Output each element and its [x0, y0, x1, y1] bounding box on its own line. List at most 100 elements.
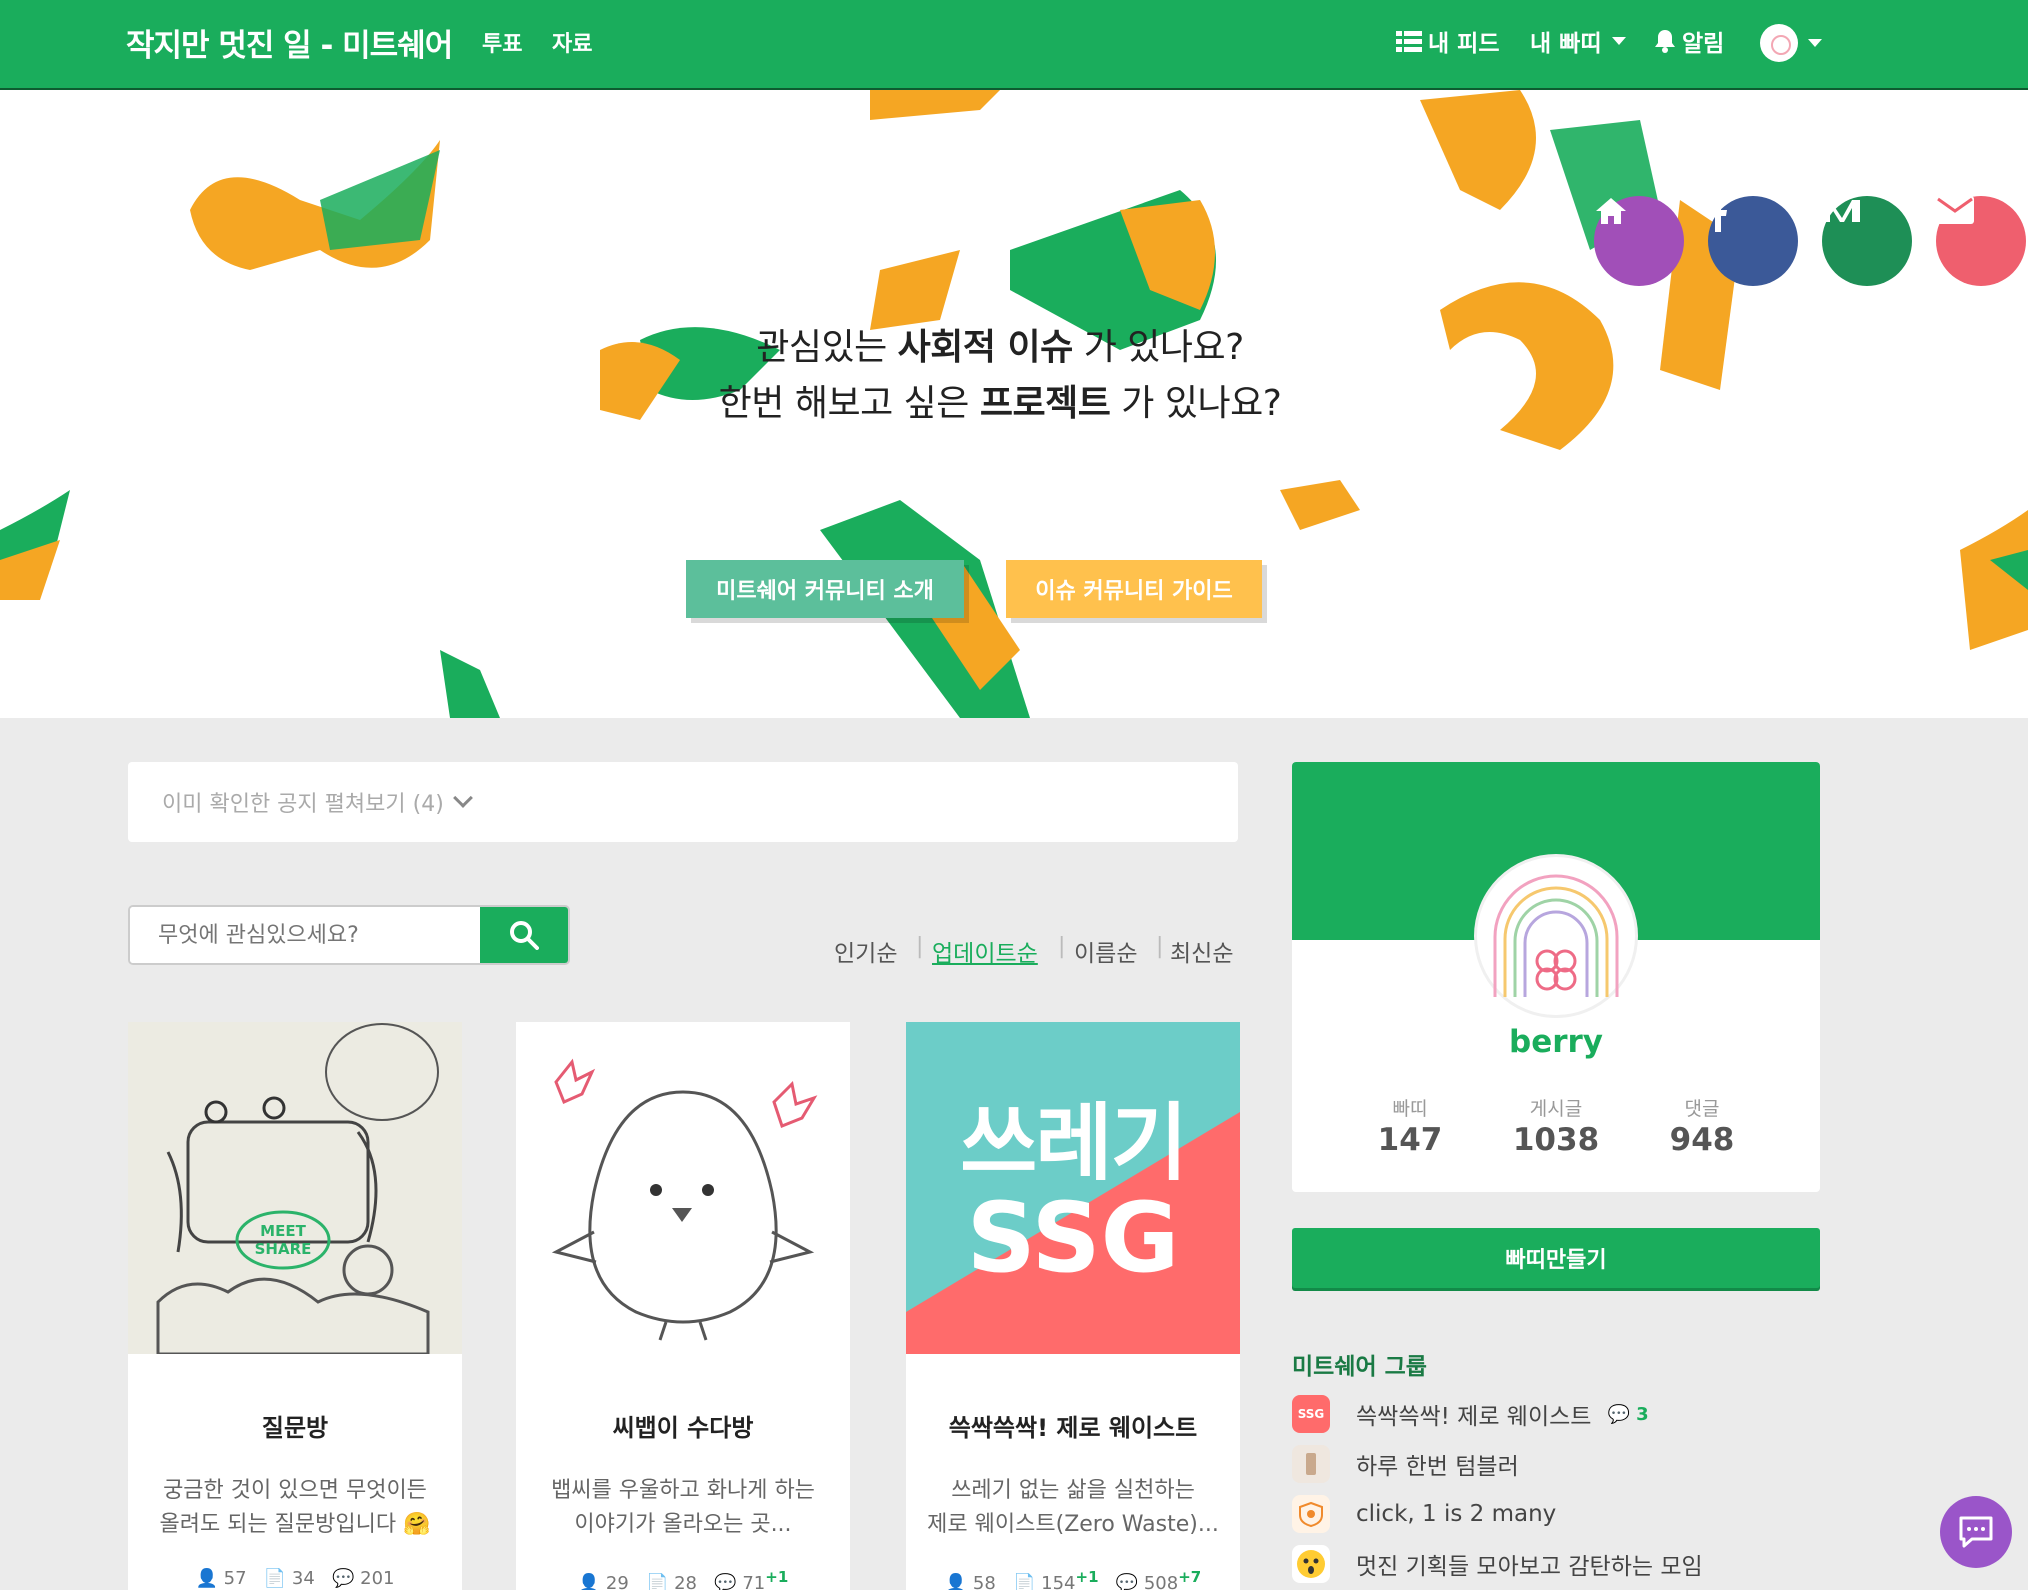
my-feed-link[interactable]: 내 피드 [1396, 24, 1500, 58]
facebook-icon [1709, 196, 1727, 232]
create-bbati-button[interactable]: 빠띠만들기 [1292, 1228, 1820, 1288]
hero-line-2-a: 한번 해보고 싶은 [718, 383, 980, 424]
members-icon: 👤 [577, 1573, 601, 1590]
alerts-link[interactable]: 알림 [1654, 24, 1724, 58]
community-guide-button[interactable]: 이슈 커뮤니티 가이드 [1006, 560, 1262, 618]
comments-icon: 💬 [331, 1568, 355, 1589]
posts-icon: 📄 [263, 1568, 287, 1589]
stat-value-posts[interactable]: 1038 [1486, 1122, 1626, 1158]
group-section-title: 미트쉐어 그룹 [1292, 1354, 1427, 1380]
hero-line-2-bold: 프로젝트 [979, 383, 1111, 424]
group-comment-badge: 💬 3 [1607, 1404, 1648, 1425]
group-card[interactable]: 씨뱁이 수다방 뱁씨를 우울하고 화나게 하는 이야기가 올라오는 곳... 👤… [516, 1022, 850, 1590]
card-desc-line2: 제로 웨이스트(Zero Waste)... [927, 1512, 1219, 1537]
chat-button[interactable] [1940, 1496, 2012, 1568]
posts-new: +1 [1075, 1568, 1099, 1586]
sketch-illustration [156, 1023, 439, 1354]
mail-icon [1936, 196, 1974, 224]
hero-line-1: 관심있는 사회적 이슈 가 있나요? [560, 318, 1440, 370]
medium-button[interactable] [1822, 196, 1912, 286]
brand-title[interactable]: 작지만 멋진 일 - 미트쉐어 [126, 20, 453, 65]
posts-icon: 📄 [645, 1573, 669, 1590]
card-image-title: 쓰레기 [960, 1094, 1188, 1192]
sort-name[interactable]: 이름순 [1074, 934, 1137, 968]
members-count: 57 [223, 1568, 247, 1589]
profile-avatar[interactable] [1474, 854, 1638, 1018]
search-button[interactable] [480, 907, 568, 963]
sort-newest[interactable]: 최신순 [1170, 934, 1233, 968]
card-image: MEET SHARE [128, 1022, 462, 1354]
hero-line-2: 한번 해보고 싶은 프로젝트 가 있나요? [560, 374, 1440, 426]
chat-icon [1959, 1516, 1993, 1548]
group-list-item[interactable]: SSG 쓱싹쓱싹! 제로 웨이스트 💬 3 [1292, 1394, 1649, 1434]
profile-card: berry 빠띠 147 게시글 1038 댓글 948 [1292, 762, 1820, 1192]
home-button[interactable] [1594, 196, 1684, 286]
hero-line-2-c: 가 있나요? [1110, 383, 1282, 424]
my-bbati-label: 내 빠띠 [1530, 31, 1602, 57]
my-bbati-dropdown[interactable]: 내 빠띠 [1530, 24, 1626, 58]
mail-button[interactable] [1936, 196, 2026, 286]
group-list-item[interactable]: 하루 한번 텀블러 [1292, 1444, 1519, 1484]
card-desc-line2: 올려도 되는 질문방입니다 🤗 [159, 1512, 431, 1537]
members-icon: 👤 [944, 1573, 968, 1590]
members-count: 29 [605, 1573, 629, 1590]
sort-divider: | [916, 934, 924, 959]
stat-label-posts: 게시글 [1529, 1098, 1583, 1120]
community-intro-button[interactable]: 미트쉐어 커뮤니티 소개 [686, 560, 964, 618]
members-icon: 👤 [195, 1568, 218, 1589]
profile-name[interactable]: berry [1292, 1024, 1820, 1060]
hero-banner: 관심있는 사회적 이슈 가 있나요? 한번 해보고 싶은 프로젝트 가 있나요?… [0, 90, 2028, 718]
comments-count: 71 [742, 1573, 766, 1590]
card-image-label: MEET SHARE [254, 1222, 312, 1258]
group-card[interactable]: MEET SHARE 질문방 궁금한 것이 있으면 무엇이든 올려도 되는 질문… [128, 1022, 462, 1590]
alerts-label: 알림 [1682, 31, 1725, 57]
hero-line-1-a: 관심있는 [756, 327, 898, 368]
stat-value-comments[interactable]: 948 [1632, 1122, 1772, 1158]
card-stats: 👤 57 📄 34 💬 201 [128, 1568, 462, 1589]
card-title: 쓱싹쓱싹! 제로 웨이스트 [948, 1414, 1198, 1442]
posts-count: 28 [674, 1573, 698, 1590]
stat-label-bbati: 빠띠 [1392, 1098, 1428, 1120]
card-image [516, 1022, 850, 1354]
stat-value-bbati[interactable]: 147 [1340, 1122, 1480, 1158]
card-image: 쓰레기 SSG [906, 1022, 1240, 1354]
search-input[interactable] [130, 907, 482, 963]
stat-label-comments: 댓글 [1684, 1098, 1720, 1120]
hand-heart-icon [1292, 1495, 1330, 1533]
group-badge-count: 3 [1636, 1403, 1649, 1425]
my-feed-label: 내 피드 [1428, 31, 1500, 57]
search-box [128, 905, 570, 965]
sort-updated[interactable]: 업데이트순 [932, 934, 1038, 968]
sort-popular[interactable]: 인기순 [834, 934, 897, 968]
comments-count: 201 [360, 1568, 395, 1589]
sort-divider: | [1058, 934, 1066, 959]
group-card[interactable]: 쓰레기 SSG 쓱싹쓱싹! 제로 웨이스트 쓰레기 없는 삶을 실천하는 제로 … [906, 1022, 1240, 1590]
group-list-item[interactable]: 멋진 기획들 모아보고 감탄하는 모임 [1292, 1544, 1703, 1584]
facebook-button[interactable] [1708, 196, 1798, 286]
comments-new: +1 [765, 1568, 789, 1586]
group-list-item[interactable]: click, 1 is 2 many [1292, 1494, 1556, 1534]
home-icon [1596, 198, 1626, 224]
notice-toggle[interactable]: 이미 확인한 공지 펼쳐보기 (4) [128, 762, 1238, 842]
user-avatar [1760, 24, 1798, 62]
nav-vote[interactable]: 투표 [482, 26, 522, 58]
rainbow-clover-logo [1493, 874, 1619, 997]
hero-line-1-c: 가 있나요? [1072, 327, 1245, 368]
nav-resources[interactable]: 자료 [552, 26, 592, 58]
group-name: 멋진 기획들 모아보고 감탄하는 모임 [1356, 1554, 1703, 1580]
surprised-face-icon [1292, 1545, 1330, 1583]
group-name: click, 1 is 2 many [1356, 1501, 1557, 1527]
medium-icon [1824, 200, 1860, 222]
card-stats: 👤 58 📄 154+1 💬 508+7 [906, 1568, 1240, 1590]
card-desc-line1: 쓰레기 없는 삶을 실천하는 [951, 1478, 1195, 1503]
sort-divider: | [1156, 934, 1164, 959]
bell-icon [1655, 30, 1675, 53]
comments-count: 508 [1143, 1573, 1179, 1590]
chevron-down-icon [452, 788, 473, 808]
group-name: 하루 한번 텀블러 [1356, 1454, 1519, 1480]
comments-new: +7 [1178, 1568, 1202, 1586]
card-title: 씨뱁이 수다방 [612, 1414, 754, 1442]
user-menu[interactable] [1760, 24, 1822, 62]
card-stats: 👤 29 📄 28 💬 71+1 [516, 1568, 850, 1590]
card-desc-line2: 이야기가 올라오는 곳... [574, 1512, 792, 1537]
